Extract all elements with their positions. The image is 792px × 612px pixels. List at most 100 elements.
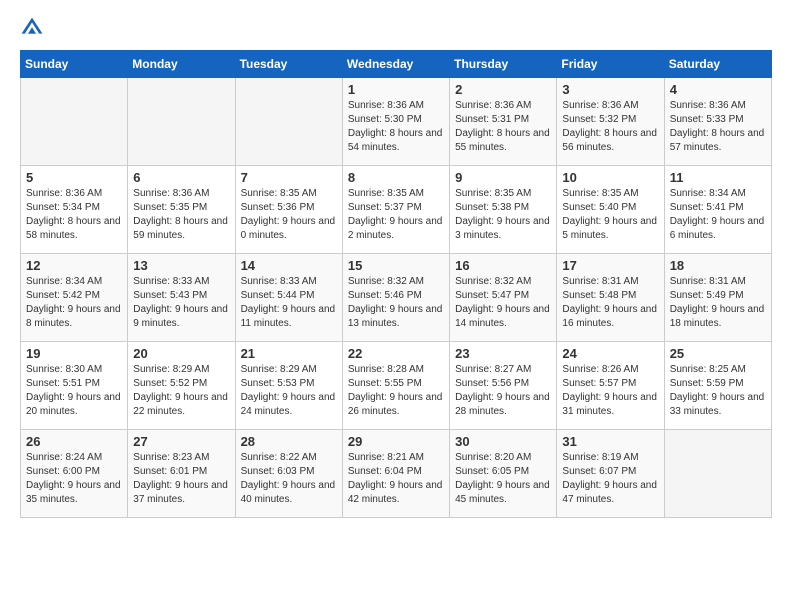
day-detail: Sunrise: 8:24 AM Sunset: 6:00 PM Dayligh… [26,451,122,507]
day-number: 22 [348,346,444,361]
calendar-cell: 4Sunrise: 8:36 AM Sunset: 5:33 PM Daylig… [664,78,771,166]
calendar-cell: 9 Sunrise: 8:35 AM Sunset: 5:38 PM Daylig… [450,166,557,254]
day-number: 1 [348,82,444,97]
day-detail: Sunrise: 8:25 AM Sunset: 5:59 PM Dayligh… [670,363,766,419]
weekday-header-wednesday: Wednesday [342,51,449,78]
day-detail: Sunrise: 8:35 AM Sunset: 5:38 PM Dayligh… [455,187,551,243]
calendar-cell: 13 Sunrise: 8:33 AM Sunset: 5:43 PM Dayli… [128,254,235,342]
day-detail: Sunrise: 8:22 AM Sunset: 6:03 PM Dayligh… [241,451,337,507]
calendar-cell [664,430,771,518]
day-detail: Sunrise: 8:34 AM Sunset: 5:41 PM Dayligh… [670,187,766,243]
calendar-cell: 29 Sunrise: 8:21 AM Sunset: 6:04 PM Dayli… [342,430,449,518]
weekday-header-thursday: Thursday [450,51,557,78]
calendar-cell: 7 Sunrise: 8:35 AM Sunset: 5:36 PM Daylig… [235,166,342,254]
day-number: 26 [26,434,122,449]
day-detail: Sunrise: 8:35 AM Sunset: 5:40 PM Dayligh… [562,187,658,243]
calendar-cell: 28 Sunrise: 8:22 AM Sunset: 6:03 PM Dayli… [235,430,342,518]
day-number: 24 [562,346,658,361]
day-number: 2 [455,82,551,97]
week-row-2: 5 Sunrise: 8:36 AM Sunset: 5:34 PM Daylig… [21,166,772,254]
day-number: 25 [670,346,766,361]
day-detail: Sunrise: 8:33 AM Sunset: 5:44 PM Dayligh… [241,275,337,331]
day-detail: Sunrise: 8:19 AM Sunset: 6:07 PM Dayligh… [562,451,658,507]
day-number: 13 [133,258,229,273]
calendar-cell [21,78,128,166]
day-detail: Sunrise: 8:36 AM Sunset: 5:34 PM Dayligh… [26,187,122,243]
calendar-cell: 18Sunrise: 8:31 AM Sunset: 5:49 PM Dayli… [664,254,771,342]
header [20,16,772,40]
day-detail: Sunrise: 8:23 AM Sunset: 6:01 PM Dayligh… [133,451,229,507]
day-number: 18 [670,258,766,273]
weekday-header-saturday: Saturday [664,51,771,78]
day-number: 20 [133,346,229,361]
day-number: 3 [562,82,658,97]
day-detail: Sunrise: 8:31 AM Sunset: 5:48 PM Dayligh… [562,275,658,331]
day-detail: Sunrise: 8:27 AM Sunset: 5:56 PM Dayligh… [455,363,551,419]
day-number: 16 [455,258,551,273]
day-detail: Sunrise: 8:36 AM Sunset: 5:35 PM Dayligh… [133,187,229,243]
calendar-cell: 23 Sunrise: 8:27 AM Sunset: 5:56 PM Dayli… [450,342,557,430]
day-detail: Sunrise: 8:21 AM Sunset: 6:04 PM Dayligh… [348,451,444,507]
weekday-header-tuesday: Tuesday [235,51,342,78]
calendar-cell: 31 Sunrise: 8:19 AM Sunset: 6:07 PM Dayli… [557,430,664,518]
day-number: 28 [241,434,337,449]
day-number: 27 [133,434,229,449]
calendar-cell: 5 Sunrise: 8:36 AM Sunset: 5:34 PM Daylig… [21,166,128,254]
day-number: 19 [26,346,122,361]
calendar-cell: 25 Sunrise: 8:25 AM Sunset: 5:59 PM Dayli… [664,342,771,430]
day-number: 14 [241,258,337,273]
calendar-cell: 21 Sunrise: 8:29 AM Sunset: 5:53 PM Dayli… [235,342,342,430]
weekday-header-sunday: Sunday [21,51,128,78]
day-detail: Sunrise: 8:32 AM Sunset: 5:47 PM Dayligh… [455,275,551,331]
calendar-cell [128,78,235,166]
weekday-header-monday: Monday [128,51,235,78]
day-detail: Sunrise: 8:33 AM Sunset: 5:43 PM Dayligh… [133,275,229,331]
day-number: 6 [133,170,229,185]
week-row-5: 26 Sunrise: 8:24 AM Sunset: 6:00 PM Dayli… [21,430,772,518]
day-detail: Sunrise: 8:26 AM Sunset: 5:57 PM Dayligh… [562,363,658,419]
week-row-3: 12Sunrise: 8:34 AM Sunset: 5:42 PM Dayli… [21,254,772,342]
day-number: 5 [26,170,122,185]
day-number: 23 [455,346,551,361]
day-number: 7 [241,170,337,185]
day-number: 15 [348,258,444,273]
calendar-cell: 20 Sunrise: 8:29 AM Sunset: 5:52 PM Dayli… [128,342,235,430]
day-detail: Sunrise: 8:36 AM Sunset: 5:33 PM Dayligh… [670,99,766,155]
day-number: 30 [455,434,551,449]
calendar-cell: 26 Sunrise: 8:24 AM Sunset: 6:00 PM Dayli… [21,430,128,518]
calendar-cell: 1 Sunrise: 8:36 AM Sunset: 5:30 PM Daylig… [342,78,449,166]
logo [20,16,48,40]
day-number: 8 [348,170,444,185]
day-detail: Sunrise: 8:29 AM Sunset: 5:53 PM Dayligh… [241,363,337,419]
calendar-cell: 11Sunrise: 8:34 AM Sunset: 5:41 PM Dayli… [664,166,771,254]
calendar-cell: 30Sunrise: 8:20 AM Sunset: 6:05 PM Dayli… [450,430,557,518]
week-row-4: 19Sunrise: 8:30 AM Sunset: 5:51 PM Dayli… [21,342,772,430]
day-number: 29 [348,434,444,449]
calendar-table: SundayMondayTuesdayWednesdayThursdayFrid… [20,50,772,518]
calendar-cell [235,78,342,166]
week-row-1: 1 Sunrise: 8:36 AM Sunset: 5:30 PM Daylig… [21,78,772,166]
calendar-cell: 2 Sunrise: 8:36 AM Sunset: 5:31 PM Daylig… [450,78,557,166]
day-detail: Sunrise: 8:32 AM Sunset: 5:46 PM Dayligh… [348,275,444,331]
day-detail: Sunrise: 8:29 AM Sunset: 5:52 PM Dayligh… [133,363,229,419]
calendar-cell: 27 Sunrise: 8:23 AM Sunset: 6:01 PM Dayli… [128,430,235,518]
calendar-cell: 17 Sunrise: 8:31 AM Sunset: 5:48 PM Dayli… [557,254,664,342]
calendar-cell: 24 Sunrise: 8:26 AM Sunset: 5:57 PM Dayli… [557,342,664,430]
calendar-cell: 19Sunrise: 8:30 AM Sunset: 5:51 PM Dayli… [21,342,128,430]
day-number: 31 [562,434,658,449]
day-detail: Sunrise: 8:35 AM Sunset: 5:36 PM Dayligh… [241,187,337,243]
day-detail: Sunrise: 8:36 AM Sunset: 5:31 PM Dayligh… [455,99,551,155]
calendar-cell: 6 Sunrise: 8:36 AM Sunset: 5:35 PM Daylig… [128,166,235,254]
day-number: 12 [26,258,122,273]
day-number: 9 [455,170,551,185]
page: SundayMondayTuesdayWednesdayThursdayFrid… [0,0,792,528]
calendar-cell: 22Sunrise: 8:28 AM Sunset: 5:55 PM Dayli… [342,342,449,430]
day-number: 21 [241,346,337,361]
calendar-cell: 16 Sunrise: 8:32 AM Sunset: 5:47 PM Dayli… [450,254,557,342]
day-detail: Sunrise: 8:35 AM Sunset: 5:37 PM Dayligh… [348,187,444,243]
day-number: 17 [562,258,658,273]
logo-icon [20,16,44,40]
weekday-header-friday: Friday [557,51,664,78]
calendar-cell: 10Sunrise: 8:35 AM Sunset: 5:40 PM Dayli… [557,166,664,254]
day-detail: Sunrise: 8:36 AM Sunset: 5:30 PM Dayligh… [348,99,444,155]
